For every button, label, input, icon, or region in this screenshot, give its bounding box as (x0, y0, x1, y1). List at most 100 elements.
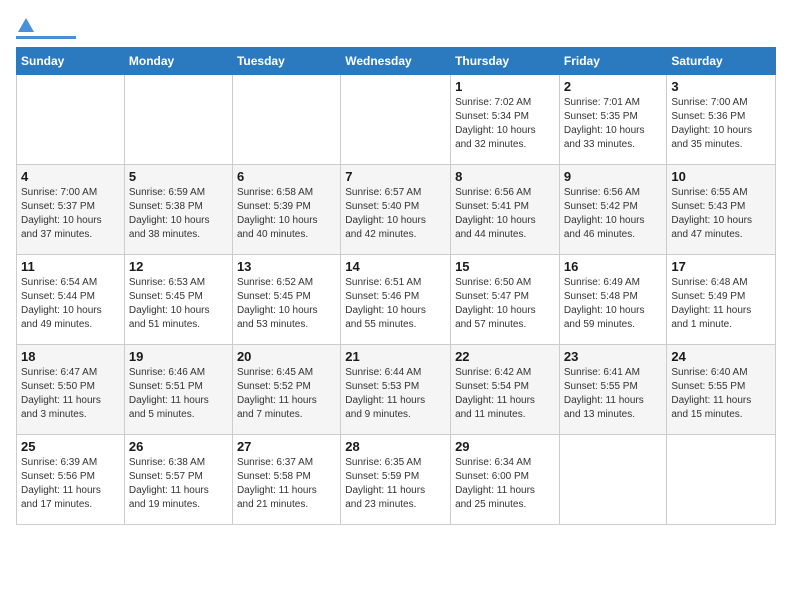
day-cell: 27 Sunrise: 6:37 AM Sunset: 5:58 PM Dayli… (232, 435, 340, 525)
day-cell (124, 75, 232, 165)
weekday-header-saturday: Saturday (667, 48, 776, 75)
day-info: Sunrise: 6:46 AM Sunset: 5:51 PM Dayligh… (129, 366, 228, 422)
day-info: Sunrise: 6:42 AM Sunset: 5:54 PM Dayligh… (455, 366, 555, 422)
day-number: 26 (129, 439, 228, 454)
day-number: 25 (21, 439, 120, 454)
day-info: Sunrise: 6:50 AM Sunset: 5:47 PM Dayligh… (455, 276, 555, 332)
day-info: Sunrise: 6:57 AM Sunset: 5:40 PM Dayligh… (345, 186, 446, 242)
day-cell: 2 Sunrise: 7:01 AM Sunset: 5:35 PM Daylig… (559, 75, 667, 165)
day-number: 11 (21, 259, 120, 274)
day-cell: 24 Sunrise: 6:40 AM Sunset: 5:55 PM Dayli… (667, 345, 776, 435)
day-number: 29 (455, 439, 555, 454)
day-number: 2 (564, 79, 663, 94)
day-cell: 4 Sunrise: 7:00 AM Sunset: 5:37 PM Daylig… (17, 165, 125, 255)
weekday-header-tuesday: Tuesday (232, 48, 340, 75)
day-info: Sunrise: 6:55 AM Sunset: 5:43 PM Dayligh… (671, 186, 771, 242)
logo-icon (17, 16, 35, 34)
day-number: 20 (237, 349, 336, 364)
day-number: 1 (455, 79, 555, 94)
day-info: Sunrise: 6:40 AM Sunset: 5:55 PM Dayligh… (671, 366, 771, 422)
day-cell: 15 Sunrise: 6:50 AM Sunset: 5:47 PM Dayli… (451, 255, 560, 345)
day-info: Sunrise: 6:35 AM Sunset: 5:59 PM Dayligh… (345, 456, 446, 512)
day-info: Sunrise: 6:51 AM Sunset: 5:46 PM Dayligh… (345, 276, 446, 332)
day-number: 14 (345, 259, 446, 274)
day-cell: 11 Sunrise: 6:54 AM Sunset: 5:44 PM Dayli… (17, 255, 125, 345)
week-row-3: 11 Sunrise: 6:54 AM Sunset: 5:44 PM Dayli… (17, 255, 776, 345)
day-number: 8 (455, 169, 555, 184)
day-number: 13 (237, 259, 336, 274)
day-number: 24 (671, 349, 771, 364)
day-number: 21 (345, 349, 446, 364)
day-info: Sunrise: 6:34 AM Sunset: 6:00 PM Dayligh… (455, 456, 555, 512)
day-cell: 5 Sunrise: 6:59 AM Sunset: 5:38 PM Daylig… (124, 165, 232, 255)
day-cell (341, 75, 451, 165)
day-info: Sunrise: 6:49 AM Sunset: 5:48 PM Dayligh… (564, 276, 663, 332)
day-info: Sunrise: 6:58 AM Sunset: 5:39 PM Dayligh… (237, 186, 336, 242)
weekday-header-sunday: Sunday (17, 48, 125, 75)
week-row-1: 1 Sunrise: 7:02 AM Sunset: 5:34 PM Daylig… (17, 75, 776, 165)
day-cell (17, 75, 125, 165)
day-cell: 26 Sunrise: 6:38 AM Sunset: 5:57 PM Dayli… (124, 435, 232, 525)
weekday-header-thursday: Thursday (451, 48, 560, 75)
day-cell: 19Sunrise: 6:46 AM Sunset: 5:51 PM Dayli… (124, 345, 232, 435)
day-info: Sunrise: 6:53 AM Sunset: 5:45 PM Dayligh… (129, 276, 228, 332)
weekday-header-wednesday: Wednesday (341, 48, 451, 75)
day-cell (232, 75, 340, 165)
day-info: Sunrise: 6:47 AM Sunset: 5:50 PM Dayligh… (21, 366, 120, 422)
day-number: 16 (564, 259, 663, 274)
day-info: Sunrise: 7:02 AM Sunset: 5:34 PM Dayligh… (455, 96, 555, 152)
day-info: Sunrise: 6:56 AM Sunset: 5:41 PM Dayligh… (455, 186, 555, 242)
day-info: Sunrise: 6:45 AM Sunset: 5:52 PM Dayligh… (237, 366, 336, 422)
week-row-2: 4 Sunrise: 7:00 AM Sunset: 5:37 PM Daylig… (17, 165, 776, 255)
week-row-4: 18 Sunrise: 6:47 AM Sunset: 5:50 PM Dayli… (17, 345, 776, 435)
day-cell: 17 Sunrise: 6:48 AM Sunset: 5:49 PM Dayli… (667, 255, 776, 345)
day-info: Sunrise: 6:41 AM Sunset: 5:55 PM Dayligh… (564, 366, 663, 422)
day-number: 3 (671, 79, 771, 94)
day-number: 18 (21, 349, 120, 364)
day-info: Sunrise: 6:44 AM Sunset: 5:53 PM Dayligh… (345, 366, 446, 422)
day-info: Sunrise: 7:00 AM Sunset: 5:37 PM Dayligh… (21, 186, 120, 242)
week-row-5: 25 Sunrise: 6:39 AM Sunset: 5:56 PM Dayli… (17, 435, 776, 525)
day-cell: 16 Sunrise: 6:49 AM Sunset: 5:48 PM Dayli… (559, 255, 667, 345)
day-cell: 21 Sunrise: 6:44 AM Sunset: 5:53 PM Dayli… (341, 345, 451, 435)
day-cell: 9Sunrise: 6:56 AM Sunset: 5:42 PM Daylig… (559, 165, 667, 255)
day-cell: 14 Sunrise: 6:51 AM Sunset: 5:46 PM Dayli… (341, 255, 451, 345)
day-number: 15 (455, 259, 555, 274)
day-info: Sunrise: 6:59 AM Sunset: 5:38 PM Dayligh… (129, 186, 228, 242)
weekday-header-monday: Monday (124, 48, 232, 75)
weekday-header-row: SundayMondayTuesdayWednesdayThursdayFrid… (17, 48, 776, 75)
day-cell (667, 435, 776, 525)
day-number: 7 (345, 169, 446, 184)
header (16, 16, 776, 39)
day-number: 5 (129, 169, 228, 184)
day-cell: 25 Sunrise: 6:39 AM Sunset: 5:56 PM Dayli… (17, 435, 125, 525)
day-number: 12 (129, 259, 228, 274)
day-info: Sunrise: 6:38 AM Sunset: 5:57 PM Dayligh… (129, 456, 228, 512)
day-cell: 12 Sunrise: 6:53 AM Sunset: 5:45 PM Dayli… (124, 255, 232, 345)
day-number: 17 (671, 259, 771, 274)
day-number: 28 (345, 439, 446, 454)
calendar-table: SundayMondayTuesdayWednesdayThursdayFrid… (16, 47, 776, 525)
day-info: Sunrise: 6:56 AM Sunset: 5:42 PM Dayligh… (564, 186, 663, 242)
day-number: 4 (21, 169, 120, 184)
logo (16, 16, 76, 39)
day-number: 6 (237, 169, 336, 184)
day-number: 27 (237, 439, 336, 454)
day-info: Sunrise: 6:52 AM Sunset: 5:45 PM Dayligh… (237, 276, 336, 332)
day-info: Sunrise: 6:48 AM Sunset: 5:49 PM Dayligh… (671, 276, 771, 332)
day-info: Sunrise: 6:37 AM Sunset: 5:58 PM Dayligh… (237, 456, 336, 512)
weekday-header-friday: Friday (559, 48, 667, 75)
day-cell (559, 435, 667, 525)
day-cell: 18 Sunrise: 6:47 AM Sunset: 5:50 PM Dayli… (17, 345, 125, 435)
day-cell: 23 Sunrise: 6:41 AM Sunset: 5:55 PM Dayli… (559, 345, 667, 435)
day-number: 23 (564, 349, 663, 364)
day-info: Sunrise: 6:39 AM Sunset: 5:56 PM Dayligh… (21, 456, 120, 512)
day-cell: 3 Sunrise: 7:00 AM Sunset: 5:36 PM Daylig… (667, 75, 776, 165)
day-cell: 7 Sunrise: 6:57 AM Sunset: 5:40 PM Daylig… (341, 165, 451, 255)
day-info: Sunrise: 7:00 AM Sunset: 5:36 PM Dayligh… (671, 96, 771, 152)
day-cell: 13 Sunrise: 6:52 AM Sunset: 5:45 PM Dayli… (232, 255, 340, 345)
logo-underline (16, 36, 76, 39)
day-info: Sunrise: 6:54 AM Sunset: 5:44 PM Dayligh… (21, 276, 120, 332)
day-cell: 10Sunrise: 6:55 AM Sunset: 5:43 PM Dayli… (667, 165, 776, 255)
day-info: Sunrise: 7:01 AM Sunset: 5:35 PM Dayligh… (564, 96, 663, 152)
